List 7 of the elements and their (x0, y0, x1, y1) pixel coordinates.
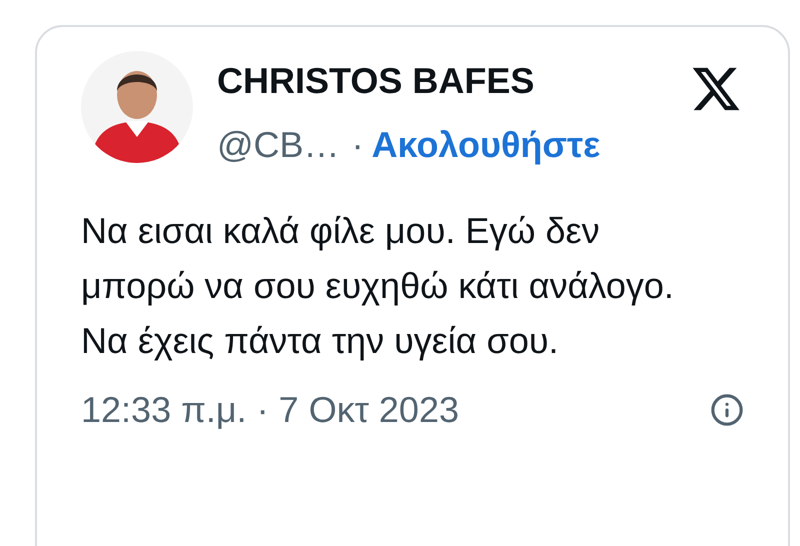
author-handle: @CB… (217, 123, 340, 167)
separator: · (352, 123, 364, 167)
timestamp: 12:33 π.μ. · 7 Οκτ 2023 (81, 388, 459, 432)
author-name: CHRISTOS BAFES (217, 59, 536, 103)
info-icon[interactable] (710, 393, 744, 427)
follow-link[interactable]: Ακολουθήστε (372, 123, 600, 167)
tweet-text: Να εισαι καλά φίλε μου. Εγώ δεν μπορώ να σου ευχηθώ κάτι ανάλογο. Να έχεις πάντα την υγεία σου. (81, 209, 675, 363)
